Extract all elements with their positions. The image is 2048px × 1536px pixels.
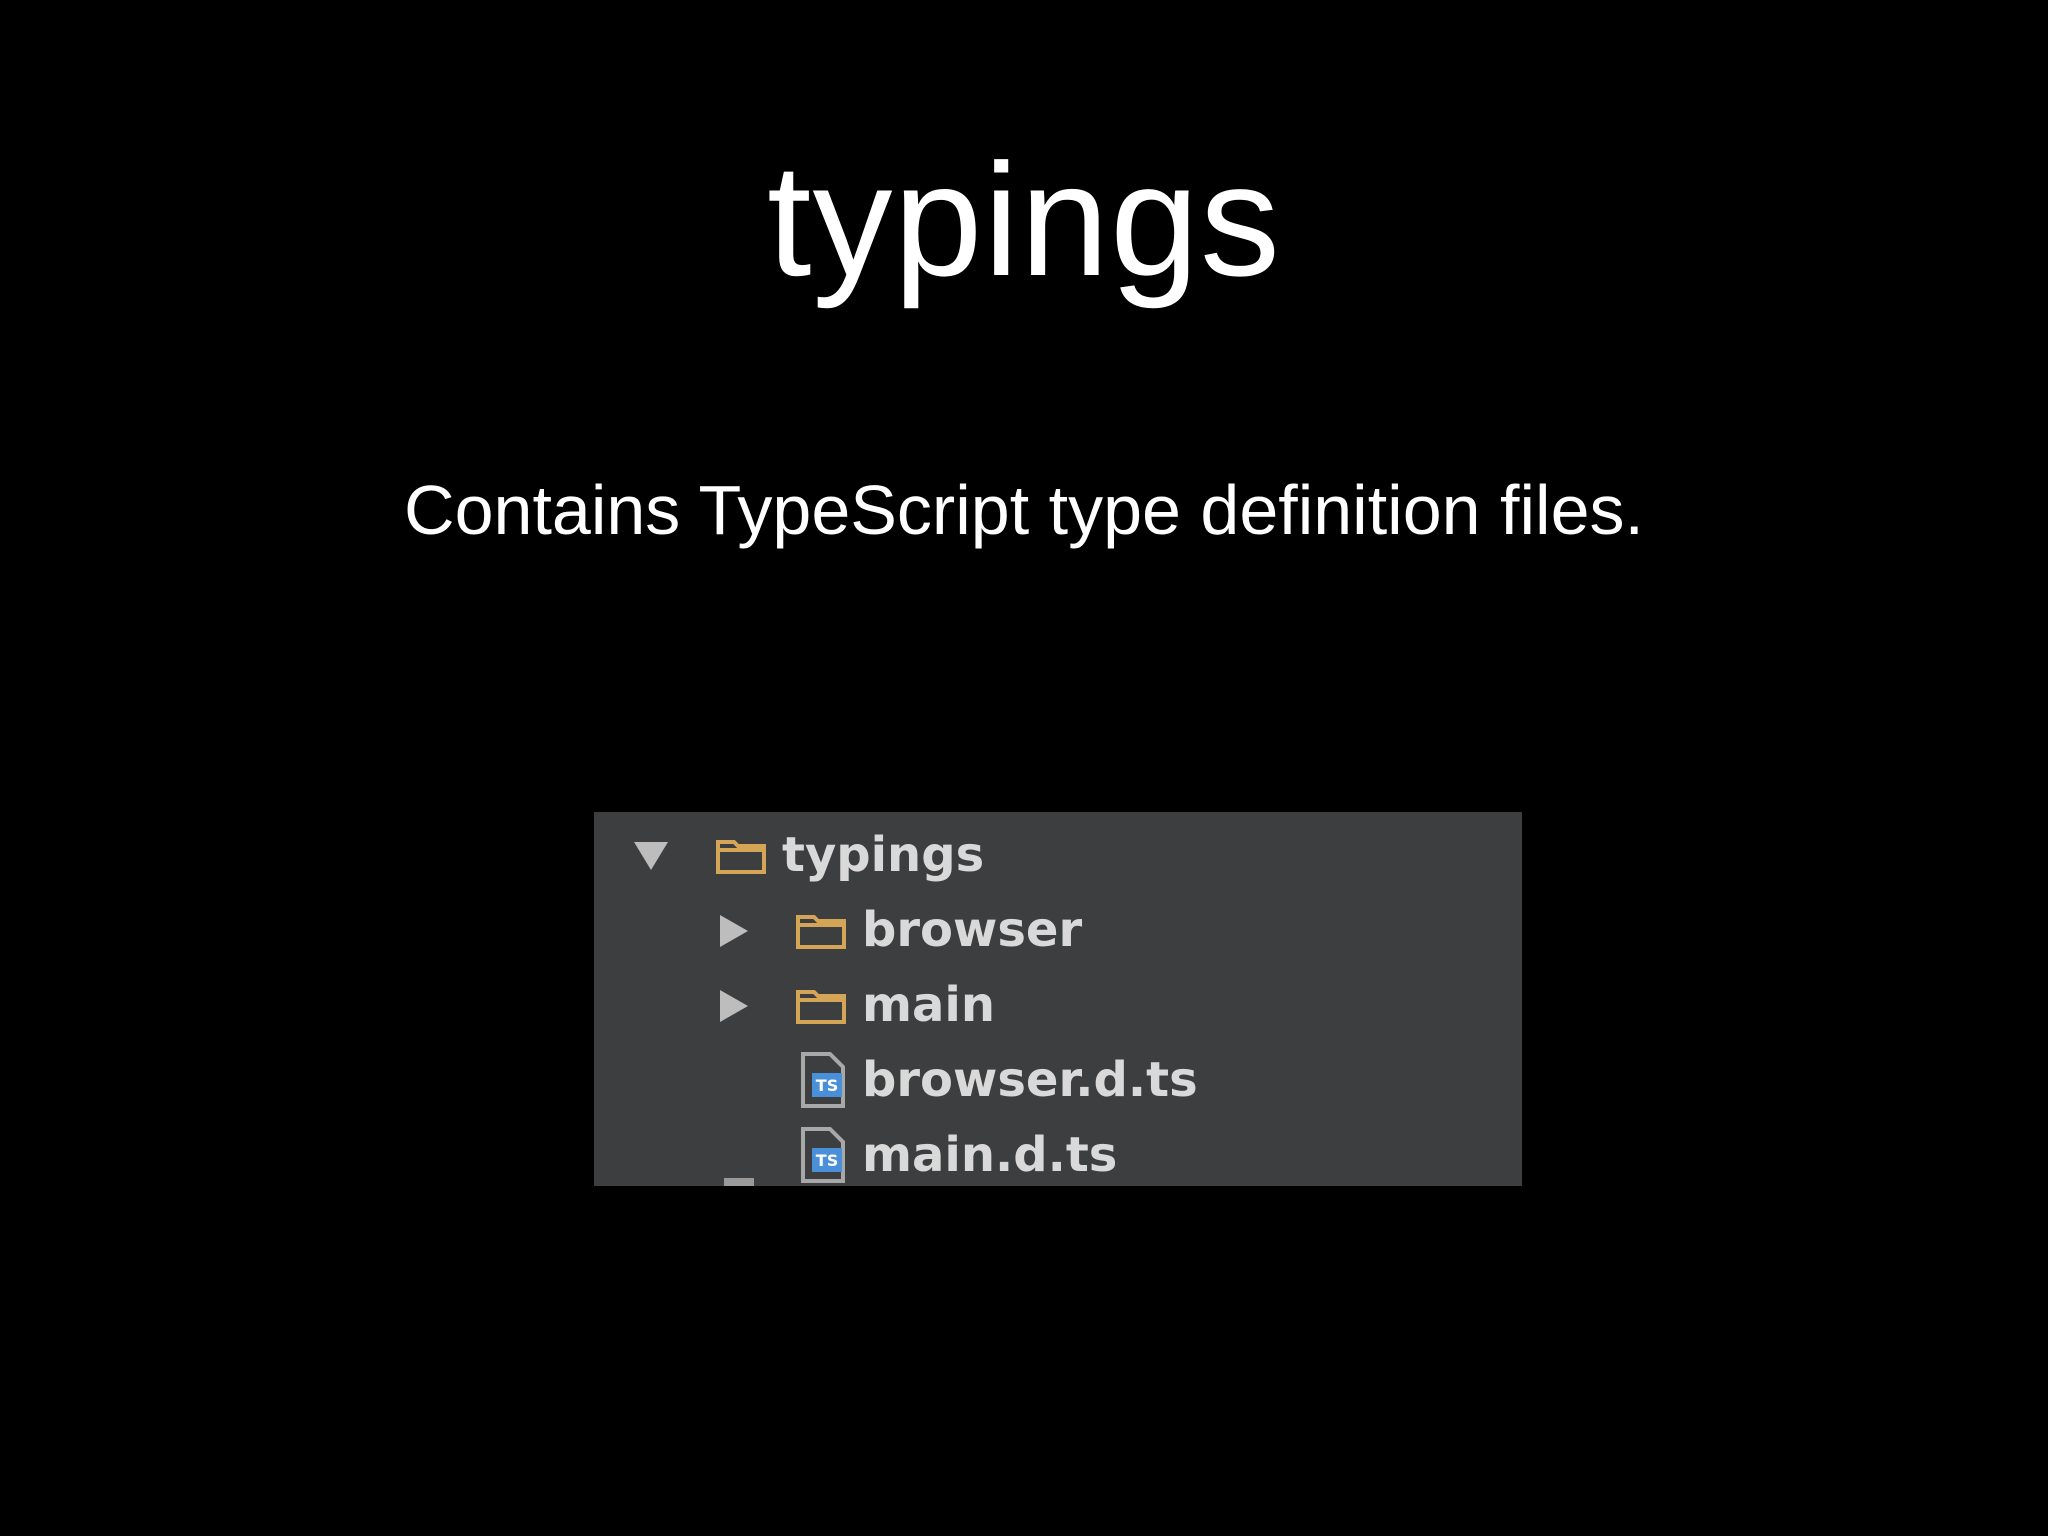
tree-item-browser[interactable]: browser xyxy=(594,893,1522,968)
tree-item-main-d-ts[interactable]: TS main.d.ts xyxy=(594,1118,1522,1186)
tree-item-browser-d-ts[interactable]: TS browser.d.ts xyxy=(594,1043,1522,1118)
chevron-down-icon[interactable] xyxy=(634,842,668,870)
folder-icon xyxy=(796,988,846,1024)
tree-item-typings[interactable]: typings xyxy=(594,818,1522,893)
chevron-right-icon[interactable] xyxy=(720,990,748,1022)
tree-item-label: main.d.ts xyxy=(862,1127,1118,1183)
tree-item-label: browser.d.ts xyxy=(862,1052,1198,1108)
slide-title: typings xyxy=(767,130,1281,309)
chevron-right-icon[interactable] xyxy=(720,915,748,947)
folder-icon xyxy=(796,913,846,949)
typescript-file-icon: TS xyxy=(800,1051,846,1109)
svg-text:TS: TS xyxy=(816,1151,838,1170)
typescript-file-icon: TS xyxy=(800,1126,846,1184)
tree-item-label: main xyxy=(862,977,996,1033)
tree-item-main[interactable]: main xyxy=(594,968,1522,1043)
tree-item-label: typings xyxy=(782,827,985,883)
cropped-row-edge xyxy=(724,1178,754,1186)
file-tree-panel: typings browser main TS browser.d.ts TS … xyxy=(594,812,1522,1186)
svg-text:TS: TS xyxy=(816,1076,838,1095)
tree-item-label: browser xyxy=(862,902,1083,958)
folder-icon xyxy=(716,838,766,874)
slide-subtitle: Contains TypeScript type definition file… xyxy=(404,471,1644,549)
